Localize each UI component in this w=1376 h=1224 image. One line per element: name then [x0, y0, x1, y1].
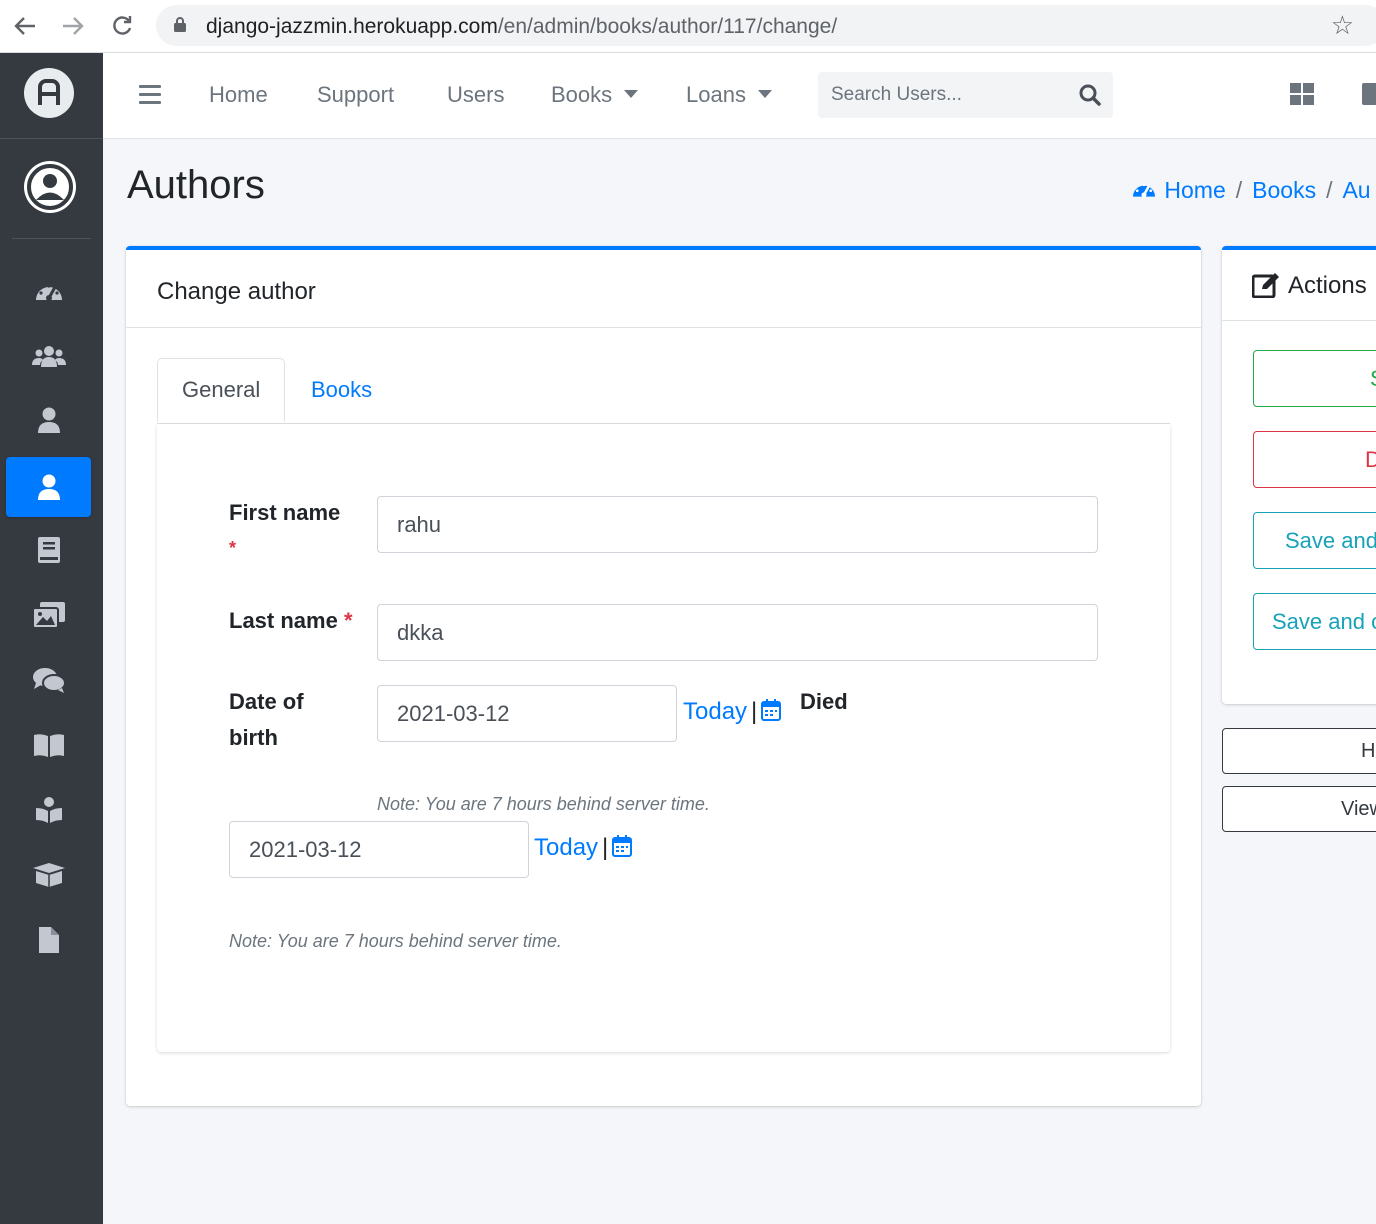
breadcrumb-books[interactable]: Books	[1252, 177, 1316, 203]
theme-chooser-icon[interactable]	[1362, 83, 1376, 105]
images-icon	[31, 602, 65, 629]
comments-icon	[32, 668, 66, 693]
sidebar-item-files[interactable]	[6, 910, 91, 970]
actions-title: Actions	[1288, 272, 1367, 299]
sidebar-item-users[interactable]	[6, 390, 91, 450]
died-shortcuts: Today |	[534, 834, 633, 862]
lock-icon	[174, 17, 186, 32]
actions-card: Actions S D Save and Save and c	[1222, 246, 1376, 704]
last-name-label: Last name *	[229, 608, 353, 633]
layout-grid-icon[interactable]	[1290, 83, 1314, 105]
tab-books[interactable]: Books	[287, 358, 396, 421]
died-timezone-note: Note: You are 7 hours behind server time…	[229, 931, 562, 951]
url-text: django-jazzmin.herokuapp.com/en/admin/bo…	[206, 15, 837, 39]
calendar-icon[interactable]	[612, 835, 633, 857]
search-icon[interactable]	[1079, 84, 1101, 106]
calendar-icon[interactable]	[761, 699, 782, 721]
date-of-birth-label: Date of birth	[229, 689, 304, 750]
sidebar-item-groups[interactable]	[6, 326, 91, 386]
breadcrumb-home[interactable]: Home	[1164, 177, 1225, 203]
user-icon	[37, 407, 60, 433]
user-panel[interactable]	[12, 139, 91, 239]
date-of-birth-today-link[interactable]: Today	[683, 698, 747, 725]
tachometer-icon	[35, 284, 62, 301]
menu-toggle-icon[interactable]	[139, 85, 161, 105]
brand[interactable]	[0, 53, 103, 139]
sidebar-item-library[interactable]	[6, 715, 91, 775]
date-of-birth-input[interactable]: 2021-03-12	[377, 685, 677, 742]
sidebar-item-books[interactable]	[6, 520, 91, 580]
died-label: Died	[800, 689, 848, 714]
tachometer-icon	[1133, 183, 1155, 198]
file-icon	[38, 927, 59, 953]
user-avatar-icon	[24, 161, 76, 213]
sidebar-item-loans[interactable]	[6, 780, 91, 840]
required-mark: *	[229, 538, 237, 558]
first-name-label: First name	[229, 500, 341, 525]
card-header: Change author	[126, 250, 1201, 328]
address-bar[interactable]: django-jazzmin.herokuapp.com/en/admin/bo…	[156, 5, 1376, 46]
url-host: django-jazzmin.herokuapp.com	[206, 15, 498, 38]
died-today-link[interactable]: Today	[534, 834, 598, 861]
book-reader-icon	[35, 797, 62, 823]
save-and-continue-button[interactable]: Save and c	[1253, 593, 1376, 650]
breadcrumb-authors[interactable]: Au	[1342, 177, 1370, 203]
top-navbar: Home Support Users Books Loans	[103, 53, 1376, 139]
nav-users[interactable]: Users	[447, 82, 504, 108]
user-icon	[37, 474, 60, 500]
died-input[interactable]: 2021-03-12	[229, 821, 529, 878]
tab-bar: General Books	[157, 358, 1170, 424]
nav-books-dropdown[interactable]: Books	[551, 82, 639, 108]
date-of-birth-timezone-note: Note: You are 7 hours behind server time…	[377, 794, 710, 814]
search-form	[818, 72, 1113, 118]
card-title: Change author	[157, 278, 316, 305]
save-button[interactable]: S	[1253, 350, 1376, 407]
sidebar-item-authors[interactable]	[6, 457, 91, 517]
nav-loans-dropdown[interactable]: Loans	[686, 82, 772, 108]
url-path: /en/admin/books/author/117/change/	[497, 15, 838, 38]
sidebar-item-boxes[interactable]	[6, 845, 91, 905]
page-title: Authors	[127, 163, 265, 207]
book-open-icon	[33, 734, 64, 757]
back-icon[interactable]	[9, 10, 41, 42]
book-icon	[37, 537, 60, 563]
first-name-input[interactable]: rahu	[377, 496, 1098, 553]
search-input[interactable]	[818, 72, 1068, 118]
box-open-icon	[32, 863, 65, 887]
actions-header: Actions	[1222, 250, 1376, 321]
caret-down-icon	[757, 90, 772, 98]
last-name-input[interactable]: dkka	[377, 604, 1098, 661]
logo-icon	[38, 79, 60, 105]
caret-down-icon	[624, 90, 639, 98]
nav-books-label: Books	[551, 82, 613, 107]
view-on-site-button[interactable]: View	[1222, 786, 1376, 832]
nav-support[interactable]: Support	[317, 82, 394, 108]
brand-logo	[24, 68, 74, 118]
sidebar	[0, 53, 103, 1224]
tab-pane-general: First name * rahu Last name * dkka Date …	[157, 424, 1170, 1052]
bookmark-star-icon[interactable]: ☆	[1331, 11, 1354, 41]
date-of-birth-shortcuts: Today |	[683, 698, 782, 726]
nav-home[interactable]: Home	[209, 82, 268, 108]
breadcrumb: Home / Books / Au	[1130, 177, 1371, 204]
nav-loans-label: Loans	[686, 82, 746, 107]
delete-button[interactable]: D	[1253, 431, 1376, 488]
required-mark: *	[343, 608, 353, 633]
browser-toolbar: django-jazzmin.herokuapp.com/en/admin/bo…	[0, 0, 1376, 53]
tab-general[interactable]: General	[157, 358, 286, 422]
sidebar-item-comments[interactable]	[6, 650, 91, 710]
users-icon	[31, 346, 66, 367]
sidebar-item-dashboard[interactable]	[6, 261, 91, 321]
history-button[interactable]: H	[1222, 728, 1376, 774]
edit-icon	[1252, 273, 1279, 298]
save-and-add-another-button[interactable]: Save and	[1253, 512, 1376, 569]
change-author-card: Change author General Books First name *…	[126, 246, 1201, 1106]
reload-icon[interactable]	[106, 10, 138, 42]
sidebar-item-gallery[interactable]	[6, 585, 91, 645]
forward-icon[interactable]	[57, 10, 89, 42]
